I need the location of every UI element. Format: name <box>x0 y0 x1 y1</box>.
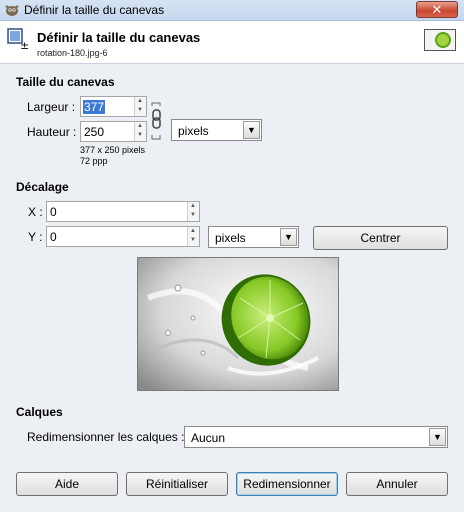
height-label: Hauteur : <box>27 125 77 139</box>
header-title: Définir la taille du canevas <box>37 30 201 45</box>
offset-title: Décalage <box>16 180 69 194</box>
close-icon: ✕ <box>431 2 443 17</box>
width-spin-buttons[interactable]: ▲ ▼ <box>134 97 146 116</box>
svg-text:±: ± <box>20 39 29 50</box>
chevron-down-icon[interactable]: ▼ <box>429 428 446 446</box>
y-offset-input[interactable]: 0 ▲ ▼ <box>46 226 200 247</box>
height-input[interactable]: 250 ▲ ▼ <box>80 121 147 142</box>
offset-unit-value: pixels <box>215 231 246 245</box>
resize-layers-value: Aucun <box>191 431 226 445</box>
reset-button[interactable]: Réinitialiser <box>126 472 228 496</box>
x-spin-buttons[interactable]: ▲ ▼ <box>187 202 199 221</box>
width-label: Largeur : <box>27 100 76 114</box>
cancel-button[interactable]: Annuler <box>346 472 448 496</box>
close-button[interactable]: ✕ <box>416 1 458 18</box>
window-title: Définir la taille du canevas <box>24 3 165 17</box>
lime-preview-image <box>138 258 338 390</box>
lime-thumbnail <box>424 29 456 51</box>
resize-layers-select[interactable]: Aucun ▼ <box>184 426 448 448</box>
canvas-unit-value: pixels <box>178 124 209 138</box>
y-spin-buttons[interactable]: ▲ ▼ <box>187 227 199 246</box>
dialog-content: Taille du canevas Largeur : 377 ▲ ▼ Haute… <box>0 64 464 512</box>
image-name: rotation-180.jpg-6 <box>37 48 108 58</box>
resize-layers-label: Redimensionner les calques : <box>27 430 185 444</box>
gimp-icon <box>5 5 19 16</box>
height-value: 250 <box>84 125 105 139</box>
x-label: X : <box>28 205 43 219</box>
chevron-down-icon[interactable]: ▼ <box>280 228 297 246</box>
width-value: 377 <box>83 100 106 114</box>
title-bar[interactable]: Définir la taille du canevas ✕ <box>0 0 464 21</box>
dialog-header: ± Définir la taille du canevas rotation-… <box>0 21 464 64</box>
canvas-size-title: Taille du canevas <box>16 75 115 89</box>
resolution-info: 72 ppp <box>80 156 108 166</box>
x-offset-input[interactable]: 0 ▲ ▼ <box>46 201 200 222</box>
canvas-size-dialog: Définir la taille du canevas ✕ ± Définir… <box>0 0 464 512</box>
y-offset-value: 0 <box>50 230 57 244</box>
resize-button[interactable]: Redimensionner <box>236 472 338 496</box>
canvas-preview[interactable] <box>137 257 339 391</box>
x-offset-value: 0 <box>50 205 57 219</box>
offset-unit-select[interactable]: pixels ▼ <box>208 226 299 248</box>
height-spin-buttons[interactable]: ▲ ▼ <box>134 122 146 141</box>
size-info: 377 x 250 pixels <box>80 145 146 155</box>
layers-title: Calques <box>16 405 63 419</box>
canvas-size-icon: ± <box>7 28 29 50</box>
chain-link-icon[interactable] <box>150 102 164 140</box>
width-input[interactable]: 377 ▲ ▼ <box>80 96 147 117</box>
y-label: Y : <box>28 230 43 244</box>
canvas-unit-select[interactable]: pixels ▼ <box>171 119 262 141</box>
center-button[interactable]: Centrer <box>313 226 448 250</box>
help-button[interactable]: Aide <box>16 472 118 496</box>
chevron-down-icon[interactable]: ▼ <box>243 121 260 139</box>
